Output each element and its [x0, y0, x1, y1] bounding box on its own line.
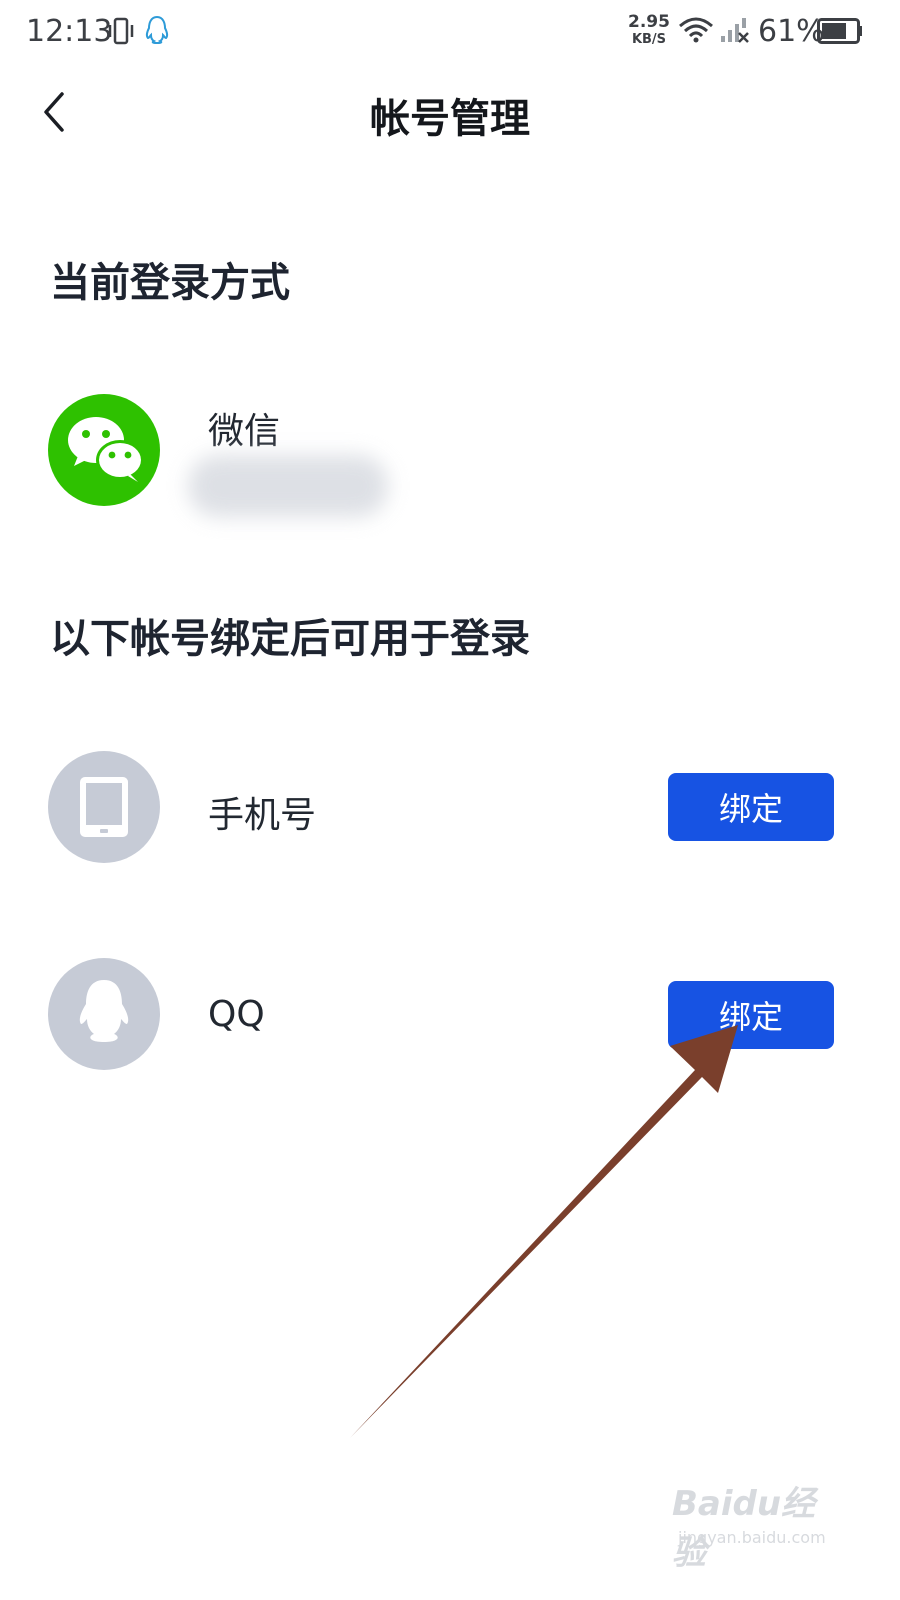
battery-percent: 61% — [758, 14, 825, 49]
current-login-section-title: 当前登录方式 — [50, 260, 290, 306]
qq-icon — [79, 980, 129, 1042]
wechat-icon — [68, 417, 144, 482]
qq-avatar — [48, 958, 160, 1070]
watermark-url: jingyan.baidu.com — [678, 1528, 826, 1547]
baidu-watermark: Baidu经验 jingyan.baidu.com — [672, 1468, 842, 1573]
phone-avatar — [48, 751, 160, 863]
bind-qq-button[interactable]: 绑定 — [668, 981, 834, 1049]
wifi-icon — [679, 17, 713, 43]
status-bar: 12:13 2.95 KB/S 61% — [0, 0, 900, 64]
vibrate-icon — [108, 17, 134, 45]
qq-label: QQ — [208, 994, 265, 1035]
network-speed-unit: KB/S — [631, 32, 667, 47]
qq-notification-icon — [145, 15, 169, 45]
watermark-brand: Baidu经验 — [672, 1484, 816, 1573]
wechat-avatar — [48, 394, 160, 506]
network-speed: 2.95 KB/S — [628, 14, 670, 48]
bind-phone-button[interactable]: 绑定 — [668, 773, 834, 841]
battery-icon — [817, 18, 862, 44]
wechat-label: 微信 — [208, 411, 281, 452]
network-speed-value: 2.95 — [628, 12, 670, 32]
page-title: 帐号管理 — [370, 96, 530, 142]
blurred-account-id — [188, 455, 388, 517]
phone-icon — [80, 777, 128, 837]
status-time: 12:13 — [26, 14, 113, 49]
bindable-section-title: 以下帐号绑定后可用于登录 — [50, 616, 530, 662]
signal-icon — [721, 18, 749, 43]
phone-label: 手机号 — [208, 795, 317, 836]
